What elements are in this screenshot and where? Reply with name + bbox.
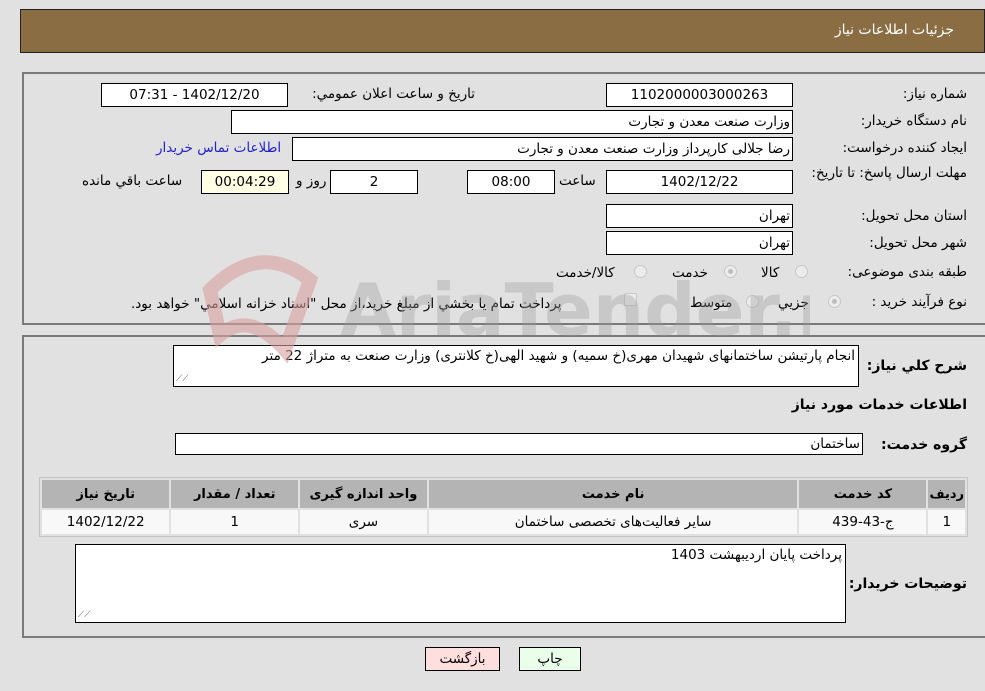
deadline-label: مهلت ارسال پاسخ: تا تاریخ:: [811, 165, 967, 181]
need-number-field: 1102000003000263: [606, 83, 793, 107]
page-title: جزئیات اطلاعات نیاز: [834, 22, 954, 38]
category-option-goods-service: کالا/خدمت: [556, 265, 615, 281]
col-service-name: نام خدمت: [428, 480, 798, 508]
province-label: استان محل تحویل:: [861, 208, 967, 224]
cell-service-name: سایر فعالیت‌های تخصصی ساختمان: [428, 510, 798, 534]
buyer-notes-text: پرداخت پایان اردیبهشت 1403: [670, 547, 842, 563]
col-quantity: تعداد / مقدار: [171, 480, 299, 508]
buyer-notes-label: توضیحات خریدار:: [848, 576, 967, 592]
back-button[interactable]: بازگشت: [425, 647, 500, 671]
process-label: نوع فرآیند خرید :: [871, 294, 967, 310]
buyer-org-field: وزارت صنعت معدن و تجارت: [231, 110, 793, 134]
requester-field: رضا جلالی کارپرداز وزارت صنعت معدن و تجا…: [292, 137, 793, 161]
page-header: جزئیات اطلاعات نیاز: [20, 9, 985, 53]
deadline-time-label: ساعت: [559, 173, 596, 189]
remaining-time-field: 00:04:29: [201, 170, 289, 194]
buyer-org-label: نام دستگاه خريدار:: [860, 113, 967, 129]
services-table-header: ردیف کد خدمت نام خدمت واحد اندازه گیری ت…: [42, 480, 965, 508]
service-group-field: ساختمان: [175, 433, 863, 455]
resize-grip-icon[interactable]: ⟋⟋: [176, 374, 189, 384]
col-service-code: کد خدمت: [799, 480, 927, 508]
remaining-time-label: ساعت باقي مانده: [82, 173, 183, 189]
table-row: 1 ج-43-439 سایر فعالیت‌های تخصصی ساختمان…: [42, 510, 965, 534]
city-field: تهران: [606, 231, 793, 255]
deadline-date-field: 1402/12/22: [606, 170, 793, 194]
province-field: تهران: [606, 204, 793, 228]
requester-label: ایجاد کننده درخواست:: [842, 140, 967, 156]
description-text: انجام پارتیشن ساختمانهای شهیدان مهری(خ س…: [262, 348, 855, 364]
buyer-contact-link[interactable]: اطلاعات تماس خریدار: [156, 140, 281, 156]
deadline-days-label: روز و: [296, 173, 327, 189]
cell-service-code: ج-43-439: [799, 510, 927, 534]
buyer-notes-textarea[interactable]: پرداخت پایان اردیبهشت 1403 ⟋⟋: [75, 544, 846, 623]
cell-quantity: 1: [171, 510, 299, 534]
cell-row-number: 1: [928, 510, 965, 534]
process-radio-medium[interactable]: [746, 295, 759, 308]
category-option-service: خدمت: [672, 265, 708, 281]
col-unit: واحد اندازه گیری: [300, 480, 427, 508]
category-radio-goods-service[interactable]: [634, 265, 647, 278]
col-row-number: ردیف: [928, 480, 965, 508]
cell-unit: سری: [300, 510, 427, 534]
announce-datetime-field: 1402/12/20 - 07:31: [101, 83, 288, 107]
process-option-minor: جزيي: [778, 295, 809, 311]
services-table-wrap: ردیف کد خدمت نام خدمت واحد اندازه گیری ت…: [39, 477, 968, 537]
category-radio-goods[interactable]: [795, 265, 808, 278]
services-section-title: اطلاعات خدمات مورد نياز: [791, 397, 967, 413]
category-label: طبقه بندی موضوعی:: [847, 264, 967, 280]
category-option-goods: کالا: [761, 265, 780, 281]
deadline-time-field: 08:00: [467, 170, 555, 194]
service-group-label: گروه خدمت:: [881, 437, 967, 453]
process-radio-minor[interactable]: [828, 295, 841, 308]
treasury-checkbox[interactable]: [624, 293, 637, 306]
description-label: شرح کلي نياز:: [866, 358, 967, 374]
announce-datetime-label: تاریخ و ساعت اعلان عمومي:: [312, 86, 475, 102]
deadline-days-field: 2: [330, 170, 418, 194]
process-option-medium: متوسط: [690, 295, 733, 311]
category-radio-service[interactable]: [724, 265, 737, 278]
treasury-note: پرداخت تمام يا بخشي از مبلغ خريد،از محل …: [131, 296, 562, 312]
col-need-date: تاریخ نیاز: [42, 480, 170, 508]
cell-need-date: 1402/12/22: [42, 510, 170, 534]
need-number-label: شماره نیاز:: [902, 86, 967, 102]
services-table: ردیف کد خدمت نام خدمت واحد اندازه گیری ت…: [39, 477, 968, 537]
city-label: شهر محل تحویل:: [869, 235, 967, 251]
resize-grip-icon[interactable]: ⟋⟋: [78, 610, 91, 620]
print-button[interactable]: چاپ: [519, 647, 581, 671]
description-textarea[interactable]: انجام پارتیشن ساختمانهای شهیدان مهری(خ س…: [173, 345, 859, 387]
